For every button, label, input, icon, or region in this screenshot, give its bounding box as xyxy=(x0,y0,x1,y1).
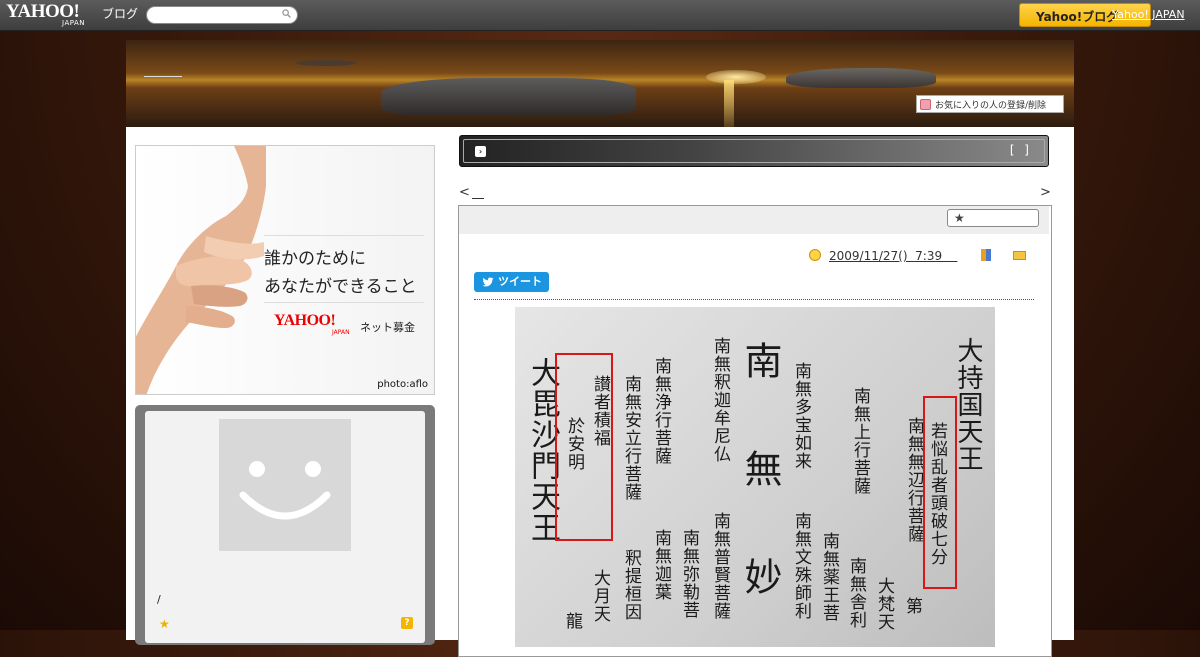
photo-title-char: 妙 xyxy=(738,557,782,596)
article-date[interactable]: 2009/11/27() 7:39 xyxy=(829,249,957,263)
article-photo[interactable]: 大持国天王 若悩乱者頭破七分 南無無辺行菩薩 第 南無上行菩薩 大梵天 南無多宝… xyxy=(515,307,995,647)
star-icon[interactable]: ★ xyxy=(159,617,170,631)
header-ice-floe xyxy=(296,60,356,66)
help-icon[interactable]: ? xyxy=(401,617,413,629)
profile-box: / ★ ? xyxy=(135,405,435,645)
photo-text-column: 釈提桓因 xyxy=(621,549,641,621)
category-brackets: [ ] xyxy=(1009,143,1032,157)
header-ice-floe xyxy=(381,78,636,116)
tweet-button[interactable]: ツイート xyxy=(474,272,549,292)
photo-text-column: 南無舎利 xyxy=(846,557,866,629)
heart-icon xyxy=(920,99,931,110)
photo-text-column: 大月天 xyxy=(590,569,610,623)
tweet-label: ツイート xyxy=(498,275,542,288)
blog-header-banner: お気に入りの人の登録/削除 xyxy=(126,40,1074,127)
donation-ad-banner[interactable]: 誰かのために あなたができること YAHOO! JAPAN ネット募金 phot… xyxy=(135,145,435,395)
ad-headline-2: あなたができること xyxy=(264,277,417,297)
arrow-right-icon: › xyxy=(475,146,486,157)
photo-text-column: 南無浄行菩薩 xyxy=(651,357,671,465)
category-bar-inner xyxy=(463,139,1045,163)
photo-text-column: 龍 xyxy=(562,612,582,630)
photo-text-column: 南無普賢菩薩 xyxy=(710,512,730,620)
profile-nickname[interactable]: / xyxy=(157,593,161,606)
header-ice-floe xyxy=(786,68,936,88)
ad-divider xyxy=(264,235,424,236)
photo-title-char: 南 xyxy=(738,341,782,380)
photo-title-char: 無 xyxy=(738,449,782,488)
blog-label[interactable]: ブログ xyxy=(102,5,138,22)
search-input[interactable] xyxy=(146,6,298,24)
photo-text-column: 南無無辺行菩薩 xyxy=(904,417,924,543)
photo-text-column: 南無薬王菩 xyxy=(819,532,839,622)
photo-text-column: 大持国天王 xyxy=(953,337,983,472)
book-icon[interactable] xyxy=(981,249,991,261)
blog-title-underline[interactable] xyxy=(144,76,182,77)
highlight-box xyxy=(555,353,613,541)
article: ★ 2009/11/27() 7:39 ツイート 大持国天王 若悩乱者頭破七分 … xyxy=(458,205,1052,657)
blog-container: お気に入りの人の登録/削除 誰かのために あなたができること YAHOO! JA… xyxy=(126,40,1074,657)
photo-text-column: 南無迦葉 xyxy=(651,529,671,601)
ad-headline-1: 誰かのために xyxy=(264,249,366,269)
photo-text-column: 南無釈迦牟尼仏 xyxy=(710,337,730,463)
previous-article-link[interactable]: < xyxy=(459,185,470,200)
photo-text-column: 南無上行菩薩 xyxy=(850,387,870,495)
category-bar: › [ ] xyxy=(459,135,1049,167)
yahoo-japan-link[interactable]: Yahoo! JAPAN xyxy=(1112,8,1185,21)
next-article-link[interactable]: > xyxy=(1040,185,1051,200)
clock-icon xyxy=(809,249,821,261)
search-icon[interactable] xyxy=(282,9,291,18)
add-favorite-label: お気に入りの人の登録/削除 xyxy=(935,101,1047,111)
header-sun-reflection xyxy=(724,80,734,127)
ad-yahoo-logo-japan: JAPAN xyxy=(332,329,350,336)
header-sun xyxy=(706,70,766,84)
ad-donation-label: ネット募金 xyxy=(360,321,415,334)
photo-text-column: 南無弥勒菩 xyxy=(679,529,699,619)
folder-icon[interactable] xyxy=(1013,251,1026,260)
article-divider xyxy=(474,299,1034,300)
handshake-image xyxy=(136,146,266,394)
photo-text-column: 南無多宝如来 xyxy=(791,362,811,470)
profile-inner: / ★ ? xyxy=(145,411,425,643)
ad-yahoo-logo: YAHOO! xyxy=(274,312,336,329)
ad-divider xyxy=(264,302,424,303)
add-favorite-button[interactable]: お気に入りの人の登録/削除 xyxy=(916,95,1064,113)
star-icon: ★ xyxy=(954,211,965,225)
avatar[interactable] xyxy=(219,419,351,551)
ad-photo-credit: photo:aflo xyxy=(377,379,428,390)
highlight-box xyxy=(923,396,957,589)
previous-article-link-underline[interactable] xyxy=(472,198,484,199)
twitter-bird-icon xyxy=(482,277,494,287)
favorite-article-button[interactable]: ★ xyxy=(947,209,1039,227)
top-navigation-bar: YAHOO! JAPAN ブログ Yahoo!ブログ Yahoo! JAPAN xyxy=(0,0,1200,31)
photo-text-column: 第 xyxy=(902,597,922,615)
photo-text-column: 大梵天 xyxy=(874,577,894,631)
photo-text-column: 南無文殊師利 xyxy=(791,512,811,620)
article-header: ★ xyxy=(459,206,1049,234)
yahoo-logo-japan: JAPAN xyxy=(62,19,86,27)
photo-text-column: 南無安立行菩薩 xyxy=(621,375,641,501)
photo-text-column: 大毘沙門天王 xyxy=(525,357,560,543)
